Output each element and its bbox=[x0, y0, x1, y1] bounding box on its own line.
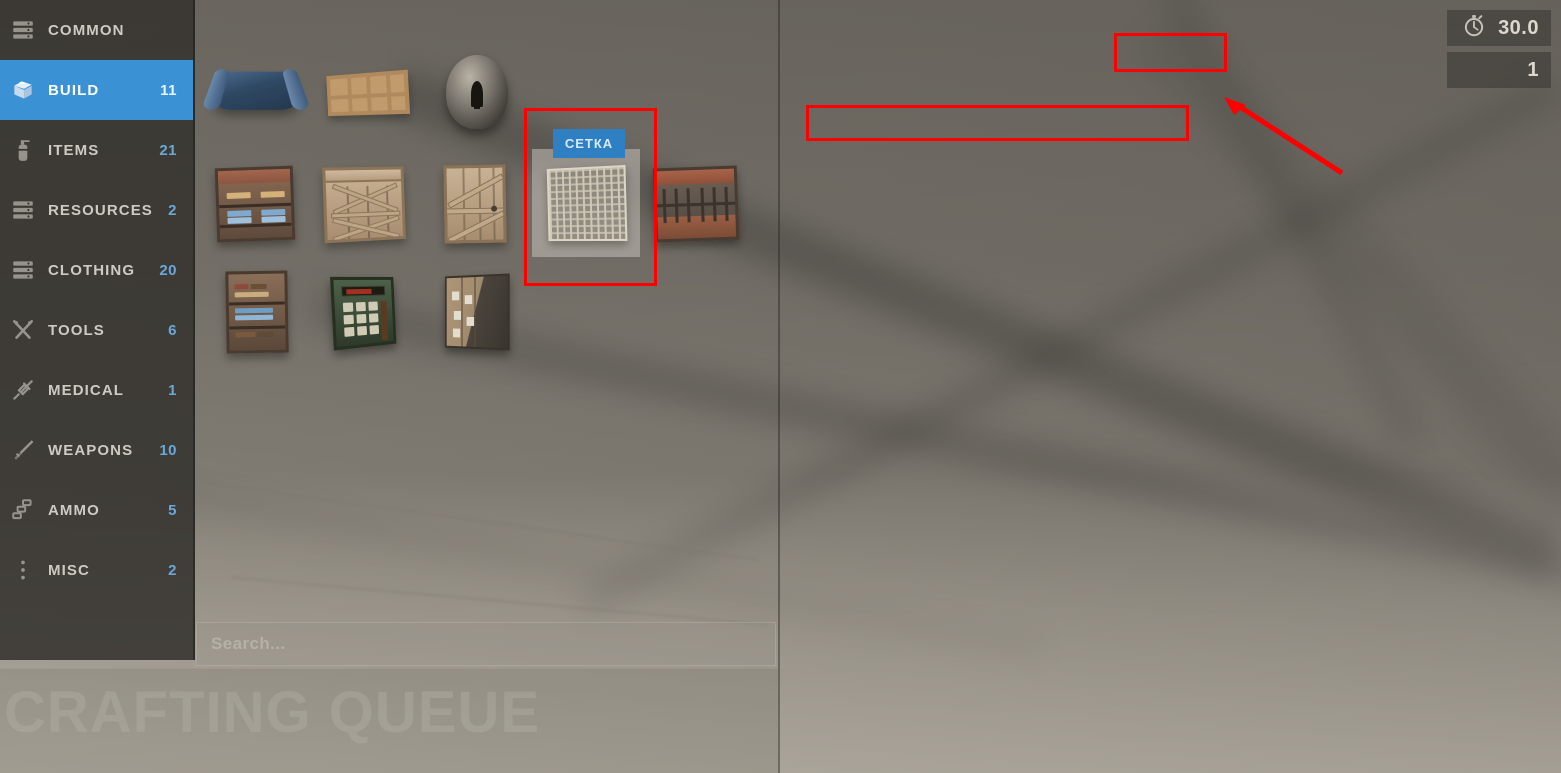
recipe-item-plank-door[interactable] bbox=[421, 150, 531, 255]
sidebar-item-clothing[interactable]: CLOTHING 20 bbox=[0, 240, 193, 300]
crafting-queue-panel: CRAFTING QUEUE bbox=[0, 668, 778, 773]
sidebar-item-count: 11 bbox=[160, 81, 177, 99]
item-art bbox=[318, 265, 414, 357]
recipe-item-barn-door[interactable] bbox=[311, 150, 421, 255]
category-sidebar: COMMON BUILD 11 ITEMS 21 RESOURCES 2 CLO… bbox=[0, 0, 195, 660]
recipe-item-mesh[interactable] bbox=[531, 148, 641, 257]
sidebar-item-count: 2 bbox=[168, 201, 177, 219]
item-art bbox=[532, 148, 640, 257]
sidebar-item-label: RESOURCES bbox=[48, 201, 153, 219]
block-icon bbox=[10, 77, 36, 103]
weight-value: 1 bbox=[1527, 58, 1539, 81]
sidebar-item-misc[interactable]: MISC 2 bbox=[0, 540, 193, 600]
sidebar-item-items[interactable]: ITEMS 21 bbox=[0, 120, 193, 180]
recipe-item-window-frame[interactable] bbox=[311, 40, 421, 145]
sidebar-item-label: CLOTHING bbox=[48, 261, 136, 279]
recipe-item-shelf[interactable] bbox=[201, 150, 311, 255]
crafting-screen: COMMON BUILD 11 ITEMS 21 RESOURCES 2 CLO… bbox=[0, 0, 1561, 773]
list-icon bbox=[10, 197, 36, 223]
item-art bbox=[648, 157, 744, 249]
recipe-item-lock[interactable] bbox=[421, 40, 531, 145]
item-art bbox=[208, 47, 304, 139]
sidebar-item-label: AMMO bbox=[48, 501, 100, 519]
crafting-queue-title: CRAFTING QUEUE bbox=[4, 680, 540, 745]
recipe-item-cabinet[interactable] bbox=[421, 258, 531, 363]
sidebar-item-count: 5 bbox=[168, 501, 177, 519]
sidebar-item-label: COMMON bbox=[48, 21, 125, 39]
sidebar-item-weapons[interactable]: WEAPONS 10 bbox=[0, 420, 193, 480]
recipe-item-keypad[interactable] bbox=[311, 258, 421, 363]
craft-time-badge: 30.0 bbox=[1447, 10, 1551, 46]
recipe-item-bookcase[interactable] bbox=[201, 258, 311, 363]
item-art bbox=[428, 157, 524, 249]
sidebar-item-build[interactable]: BUILD 11 bbox=[0, 60, 193, 120]
sidebar-item-label: MEDICAL bbox=[48, 381, 125, 399]
syringe-icon bbox=[10, 377, 36, 403]
search-bar[interactable] bbox=[196, 622, 776, 666]
search-input[interactable] bbox=[211, 634, 761, 654]
tools-icon bbox=[10, 317, 36, 343]
sidebar-item-label: BUILD bbox=[48, 81, 100, 99]
list-icon bbox=[10, 257, 36, 283]
recipe-grid bbox=[195, 0, 778, 620]
sidebar-item-label: MISC bbox=[48, 561, 90, 579]
craft-time-value: 30.0 bbox=[1498, 16, 1539, 39]
sidebar-item-resources[interactable]: RESOURCES 2 bbox=[0, 180, 193, 240]
recipe-tooltip: СЕТКА bbox=[553, 129, 625, 158]
sidebar-item-count: 10 bbox=[159, 441, 177, 459]
sidebar-item-label: ITEMS bbox=[48, 141, 100, 159]
sidebar-item-common[interactable]: COMMON bbox=[0, 0, 193, 60]
sidebar-item-ammo[interactable]: AMMO 5 bbox=[0, 480, 193, 540]
recipe-item-shelf-wide[interactable] bbox=[641, 150, 751, 255]
sidebar-item-count: 2 bbox=[168, 561, 177, 579]
recipe-detail-panel: Сетка Сетка, по которой можно карабкатьс… bbox=[778, 0, 1561, 773]
item-art bbox=[318, 157, 414, 249]
sidebar-item-count: 20 bbox=[159, 261, 177, 279]
weight-badge: 1 bbox=[1447, 52, 1551, 88]
stopwatch-icon bbox=[1461, 13, 1487, 44]
extinguisher-icon bbox=[10, 137, 36, 163]
item-art bbox=[428, 265, 524, 357]
sidebar-item-tools[interactable]: TOOLS 6 bbox=[0, 300, 193, 360]
list-icon bbox=[10, 17, 36, 43]
recipe-item-tarp[interactable] bbox=[201, 40, 311, 145]
sidebar-item-count: 1 bbox=[168, 381, 177, 399]
sidebar-item-label: TOOLS bbox=[48, 321, 105, 339]
recipe-tooltip-label: СЕТКА bbox=[564, 136, 614, 151]
sidebar-item-label: WEAPONS bbox=[48, 441, 134, 459]
sidebar-item-count: 6 bbox=[168, 321, 177, 339]
item-art bbox=[208, 265, 304, 357]
item-art bbox=[318, 47, 414, 139]
sidebar-item-medical[interactable]: MEDICAL 1 bbox=[0, 360, 193, 420]
item-art bbox=[428, 47, 524, 139]
dagger-icon bbox=[10, 437, 36, 463]
item-art bbox=[208, 157, 304, 249]
sidebar-item-count: 21 bbox=[159, 141, 177, 159]
dots-icon bbox=[10, 557, 36, 583]
ammo-icon bbox=[10, 497, 36, 523]
